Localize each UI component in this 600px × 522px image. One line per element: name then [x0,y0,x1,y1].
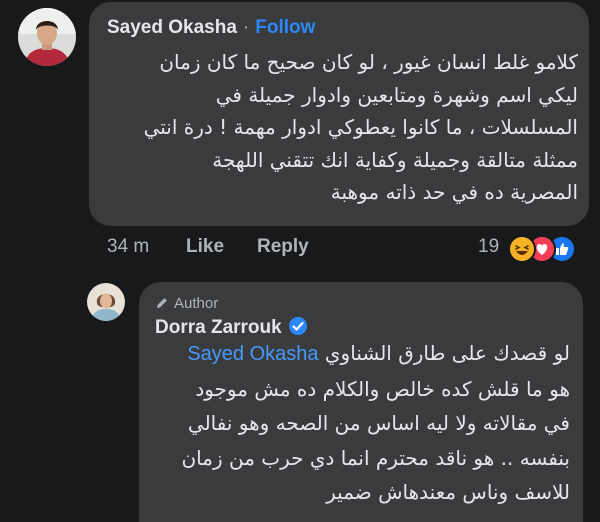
reply-line-text: لو قصدك على طارق الشناوي [324,341,570,365]
reply-button[interactable]: Reply [257,236,309,258]
commenter-avatar[interactable] [18,8,76,66]
comment-line: المصرية ده في حد ذاته موهبة [330,180,578,204]
reply-line: في مقالاته ولا ليه اساس من الصحه وهو نفا… [187,411,570,435]
reply-line: بنفسه .. هو ناقد محترم انما دي حرب من زم… [181,445,570,470]
comment-author-name[interactable]: Sayed Okasha [107,17,237,38]
comment-line: ممثلة متالقة وجميلة وكفاية انك تتقني الل… [212,147,578,172]
comment-line: كلامو غلط انسان غيور ، لو كان صحيح ما كا… [159,50,578,74]
reply-line: لو قصدك على طارق الشناوي Sayed Okasha [181,336,570,372]
reply-line: للاسف وناس معندهاش ضمير [326,480,570,504]
comment-timestamp[interactable]: 34 m [107,236,149,258]
author-badge: Author [155,295,218,312]
comment-line: ليكي اسم وشهرة ومتابعين وادوار جميلة في [215,82,578,107]
comment-header: Sayed Okasha · Follow [107,17,315,39]
reply-author-name[interactable]: Dorra Zarrouk [155,317,282,338]
separator-dot: · [242,17,250,38]
follow-button[interactable]: Follow [255,17,315,38]
reply-author-avatar[interactable] [87,283,125,321]
author-badge-label: Author [174,295,219,312]
comment-line: المسلسلات ، ما كانوا يعطوكي ادوار مهمة !… [143,115,578,139]
reply-line: هو ما قلش كده خالص والكلام ده مش موجود [195,376,570,401]
haha-icon [508,235,536,263]
reply-text: لو قصدك على طارق الشناوي Sayed Okasha هو… [181,336,570,510]
mention-link[interactable]: Sayed Okasha [187,343,318,365]
comment-text: كلامو غلط انسان غيور ، لو كان صحيح ما كا… [144,46,578,209]
like-button[interactable]: Like [186,236,224,258]
pencil-icon [157,298,167,308]
reaction-count: 19 [478,236,500,257]
